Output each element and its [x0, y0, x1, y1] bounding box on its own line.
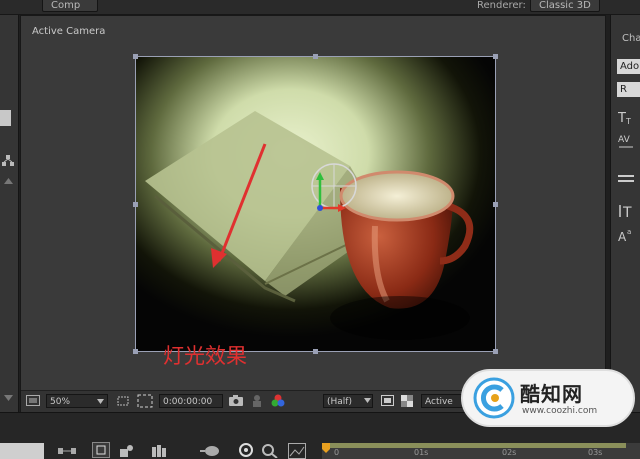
watermark-name: 酷知网 — [520, 382, 583, 406]
always-preview-icon[interactable] — [26, 395, 40, 406]
vertical-scale-icon[interactable]: T — [618, 203, 636, 219]
scroll-down-icon[interactable] — [4, 395, 13, 401]
ruler-tick-1: 01s — [414, 448, 429, 457]
shy-layers-icon[interactable] — [118, 444, 134, 458]
magnification-dropdown[interactable]: 50% — [46, 394, 108, 408]
brainstorm-icon[interactable] — [262, 444, 278, 458]
left-panel-field[interactable] — [0, 110, 11, 126]
chevron-down-icon — [364, 398, 371, 403]
annotation-text: 灯光效果 — [163, 344, 247, 368]
playhead-icon[interactable] — [322, 443, 330, 453]
svg-text:T: T — [618, 111, 626, 125]
watermark-url: www.coozhi.com — [522, 406, 598, 416]
magnification-value: 50% — [50, 397, 71, 407]
stroke-lines-icon[interactable] — [618, 173, 634, 187]
fast-previews-icon[interactable] — [381, 395, 394, 406]
camera-snapshot-icon[interactable] — [229, 395, 243, 406]
svg-text:T: T — [622, 205, 632, 219]
timeline-search-field[interactable] — [0, 443, 44, 459]
draft-3d-icon[interactable] — [92, 442, 110, 458]
renderer-dropdown[interactable]: Classic 3D — [530, 0, 600, 12]
handle-top-right[interactable] — [493, 54, 498, 59]
transparency-grid-icon[interactable] — [401, 395, 413, 407]
panel-title: Active Camera — [32, 26, 106, 37]
character-panel-tab[interactable]: Cha — [622, 33, 640, 44]
grid-guides-icon[interactable] — [116, 395, 130, 407]
composition-panel: Active Camera 灯光效果 50% 0:00:00:00 (Half)… — [20, 15, 606, 412]
coozhi-logo-icon — [473, 377, 515, 419]
font-style-field[interactable]: R — [617, 82, 640, 97]
time-ruler[interactable]: 0 01s 02s 03s — [322, 443, 640, 459]
frame-blending-icon[interactable] — [152, 444, 170, 458]
flowchart-icon[interactable] — [2, 155, 14, 167]
renderer-label: Renderer: — [477, 0, 526, 11]
show-snapshot-icon[interactable] — [251, 394, 263, 407]
chevron-down-icon — [97, 399, 104, 404]
comp-flowchart-icon[interactable] — [58, 446, 76, 456]
timecode-field[interactable]: 0:00:00:00 — [159, 394, 223, 408]
kerning-icon[interactable]: AV — [618, 133, 634, 151]
top-bar: Comp 1 Renderer: Classic 3D — [0, 0, 640, 25]
ruler-tick-3: 03s — [588, 448, 603, 457]
tab-comp-1[interactable]: Comp 1 — [42, 0, 98, 25]
handle-bottom-left[interactable] — [133, 349, 138, 354]
svg-text:AV: AV — [618, 135, 631, 145]
font-size-icon[interactable]: TT — [618, 109, 634, 125]
graph-editor-icon[interactable] — [238, 442, 254, 458]
region-of-interest-icon[interactable] — [137, 394, 153, 408]
baseline-shift-icon[interactable]: Aa — [618, 227, 634, 243]
handle-top-left[interactable] — [133, 54, 138, 59]
svg-text:a: a — [627, 228, 631, 236]
left-panel — [0, 15, 19, 412]
handle-bottom-right[interactable] — [493, 349, 498, 354]
handle-middle-right[interactable] — [493, 202, 498, 207]
resolution-value: (Half) — [327, 397, 352, 407]
channel-rgb-icon[interactable] — [271, 394, 285, 407]
handle-middle-left[interactable] — [133, 202, 138, 207]
font-family-field[interactable]: Ado — [617, 59, 640, 74]
layer-selection-frame — [135, 56, 496, 352]
handle-top-center[interactable] — [313, 54, 318, 59]
image-layer-icon[interactable] — [288, 443, 306, 459]
watermark-badge: 酷知网 www.coozhi.com — [458, 366, 638, 430]
character-panel: Cha Ado R TT AV T Aa — [610, 15, 640, 412]
work-area-bar[interactable] — [326, 443, 626, 448]
motion-blur-icon[interactable] — [200, 444, 220, 458]
svg-text:A: A — [618, 230, 627, 243]
handle-bottom-center[interactable] — [313, 349, 318, 354]
scroll-up-icon[interactable] — [4, 178, 13, 184]
ruler-tick-0: 0 — [334, 448, 340, 457]
ruler-tick-2: 02s — [502, 448, 517, 457]
svg-text:T: T — [625, 117, 631, 125]
